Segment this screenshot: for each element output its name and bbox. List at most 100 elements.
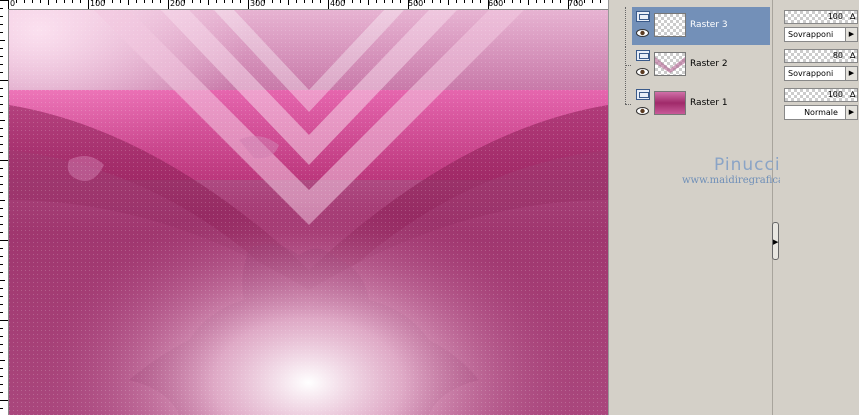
ruler-tick xyxy=(336,0,337,3)
ruler-tick xyxy=(0,296,3,297)
ruler-tick xyxy=(0,328,3,329)
dropdown-arrow-icon[interactable]: ▶ xyxy=(845,106,857,119)
ruler-tick xyxy=(0,48,3,49)
ruler-tick xyxy=(264,0,265,3)
ruler-tick xyxy=(160,0,161,3)
ruler-tick xyxy=(0,128,3,129)
tree-connector xyxy=(625,65,631,67)
ruler-tick xyxy=(584,0,585,3)
slider-marker-icon: ∆ xyxy=(850,12,856,21)
canvas-artwork xyxy=(9,10,608,415)
raster-layer-icon xyxy=(636,89,650,100)
opacity-slider[interactable]: 100 ∆ xyxy=(784,10,858,24)
slider-marker-icon: ∆ xyxy=(850,51,856,60)
ruler-tick xyxy=(440,0,441,3)
ruler-tick xyxy=(0,216,3,217)
ruler-tick xyxy=(0,144,3,145)
ruler-tick xyxy=(0,256,3,257)
ruler-tick xyxy=(392,0,393,3)
ruler-tick xyxy=(0,312,3,313)
ruler-tick xyxy=(488,0,489,9)
raster-layer-icon xyxy=(636,50,650,61)
panel-collapse-icon[interactable]: ▶ xyxy=(772,222,779,260)
layer-properties-column: 100 ∆ Sovrapponi ▶ 80 ∆ Sovrapponi ▶ 100… xyxy=(780,0,859,415)
ruler-tick xyxy=(216,0,217,3)
eye-icon[interactable] xyxy=(636,107,649,115)
blend-mode-select[interactable]: Normale ▶ xyxy=(784,105,858,120)
ruler-tick xyxy=(0,168,3,169)
ruler-tick xyxy=(0,408,3,409)
layer-name[interactable]: Raster 2 xyxy=(690,59,728,69)
blend-mode-select[interactable]: Sovrapponi ▶ xyxy=(784,66,858,81)
ruler-tick xyxy=(528,0,529,5)
ruler-tick xyxy=(408,0,409,9)
ruler-tick xyxy=(256,0,257,3)
ruler-tick xyxy=(0,8,3,9)
ruler-tick xyxy=(0,336,3,337)
eye-icon[interactable] xyxy=(636,68,649,76)
ruler-tick xyxy=(0,16,3,17)
ruler-tick xyxy=(0,160,8,161)
image-canvas[interactable] xyxy=(9,10,608,415)
ruler-tick xyxy=(312,0,313,3)
ruler-tick xyxy=(512,0,513,3)
layer-thumbnail xyxy=(654,91,686,115)
layer-name[interactable]: Raster 1 xyxy=(690,98,728,108)
ruler-tick xyxy=(496,0,497,3)
ruler-tick xyxy=(80,0,81,3)
ruler-tick xyxy=(0,400,8,401)
dropdown-arrow-icon[interactable]: ▶ xyxy=(845,67,857,80)
layer-row-raster-3[interactable]: Raster 3 xyxy=(625,7,770,45)
opacity-value: 100 xyxy=(827,12,843,21)
ruler-tick xyxy=(56,0,57,3)
ruler-tick xyxy=(96,0,97,3)
ruler-tick xyxy=(40,0,41,3)
ruler-tick xyxy=(472,0,473,3)
layer-properties-raster-2: 80 ∆ Sovrapponi ▶ xyxy=(784,49,859,83)
ruler-tick xyxy=(0,376,3,377)
ruler-tick xyxy=(376,0,377,3)
opacity-slider[interactable]: 80 ∆ xyxy=(784,49,858,63)
ruler-tick xyxy=(32,0,33,3)
ruler-tick xyxy=(0,192,3,193)
ruler-tick xyxy=(64,0,65,3)
ruler-tick xyxy=(0,72,3,73)
ruler-tick xyxy=(0,88,3,89)
ruler-tick xyxy=(0,24,3,25)
ruler-tick xyxy=(0,152,3,153)
layer-row-raster-1[interactable]: Raster 1 xyxy=(625,85,770,123)
raster-layer-icon xyxy=(636,11,650,22)
layer-name[interactable]: Raster 3 xyxy=(690,20,728,30)
ruler-tick xyxy=(328,0,329,9)
ruler-tick xyxy=(464,0,465,3)
opacity-slider[interactable]: 100 ∆ xyxy=(784,88,858,102)
ruler-tick xyxy=(176,0,177,3)
ruler-tick xyxy=(120,0,121,3)
ruler-tick xyxy=(0,384,3,385)
eye-icon[interactable] xyxy=(636,29,649,37)
blend-mode-select[interactable]: Sovrapponi ▶ xyxy=(784,27,858,42)
ruler-tick xyxy=(360,0,361,3)
ruler-tick xyxy=(208,0,209,5)
ruler-tick xyxy=(536,0,537,3)
ruler-tick xyxy=(0,264,3,265)
ruler-tick xyxy=(0,184,3,185)
layer-properties-raster-1: 100 ∆ Normale ▶ xyxy=(784,88,859,122)
ruler-tick xyxy=(8,0,9,9)
ruler-tick xyxy=(552,0,553,3)
ruler-tick xyxy=(184,0,185,3)
ruler-tick xyxy=(0,360,5,361)
layer-thumbnail xyxy=(654,52,686,76)
ruler-label: 0 xyxy=(10,0,16,8)
ruler-tick xyxy=(384,0,385,3)
ruler-tick xyxy=(544,0,545,3)
ruler-tick xyxy=(456,0,457,3)
ruler-tick xyxy=(0,0,8,1)
ruler-label: 200 xyxy=(170,0,186,8)
ruler-tick xyxy=(0,232,3,233)
layer-row-raster-2[interactable]: Raster 2 xyxy=(625,46,770,84)
dropdown-arrow-icon[interactable]: ▶ xyxy=(845,28,857,41)
ruler-tick xyxy=(296,0,297,3)
blend-mode-value: Sovrapponi xyxy=(788,69,834,78)
ruler-tick xyxy=(432,0,433,3)
